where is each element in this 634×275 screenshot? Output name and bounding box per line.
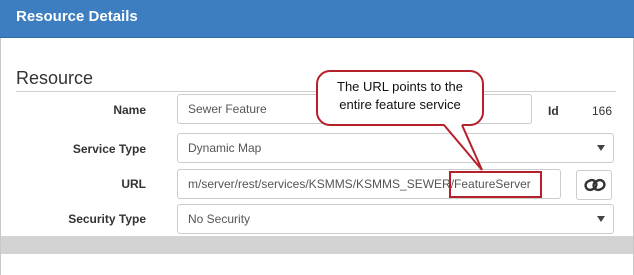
caret-down-icon xyxy=(597,216,605,222)
callout-bubble: The URL points to the entire feature ser… xyxy=(316,70,484,126)
id-value: 166 xyxy=(592,104,613,118)
callout-text-line-2: entire feature service xyxy=(339,97,461,112)
header-title: Resource Details xyxy=(16,8,138,25)
callout-text: The URL points to the entire feature ser… xyxy=(318,78,482,114)
resource-details-header: Resource Details xyxy=(0,0,634,38)
callout-text-line-1: The URL points to the xyxy=(337,79,463,94)
url-highlight-box xyxy=(449,171,542,198)
url-label: URL xyxy=(121,177,146,191)
name-label: Name xyxy=(113,103,146,117)
service-type-value: Dynamic Map xyxy=(188,141,262,155)
security-type-value: No Security xyxy=(188,212,251,226)
url-value-prefix: m/server/rest/services/KSMMS/KSMMS_SEWER… xyxy=(188,177,455,191)
id-label: Id xyxy=(548,104,559,118)
service-type-label: Service Type xyxy=(72,142,146,156)
security-type-label: Security Type xyxy=(68,212,146,226)
caret-down-icon xyxy=(597,145,605,151)
section-title: Resource xyxy=(16,68,94,88)
footer-bar xyxy=(1,236,633,254)
callout-tail xyxy=(443,124,483,171)
link-icon xyxy=(584,178,606,192)
service-type-select[interactable]: Dynamic Map xyxy=(177,133,614,163)
security-type-select[interactable]: No Security xyxy=(177,204,614,234)
name-value: Sewer Feature xyxy=(188,102,267,116)
link-button[interactable] xyxy=(576,170,612,200)
